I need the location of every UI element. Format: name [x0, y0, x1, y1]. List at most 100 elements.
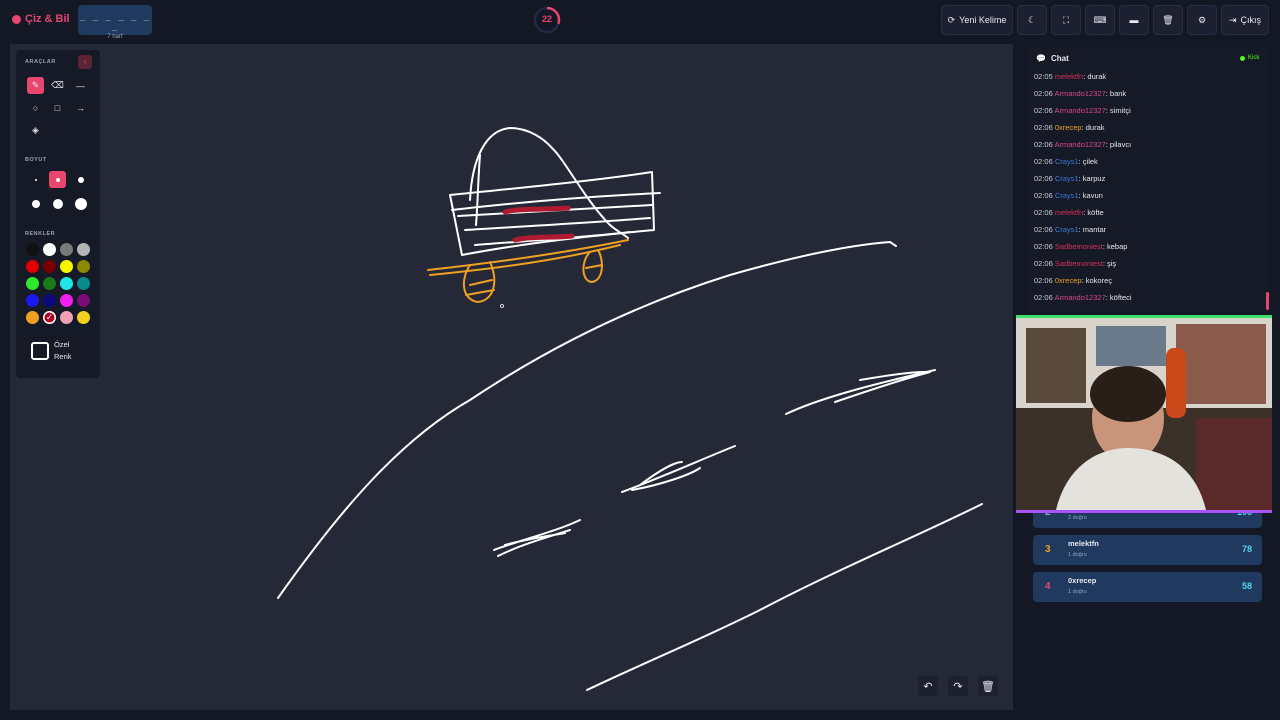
color-swatch[interactable]	[60, 277, 73, 290]
gear-icon: ⚙	[1197, 14, 1207, 25]
word-length: 7 harf	[107, 34, 123, 40]
color-swatch[interactable]	[60, 260, 73, 273]
size-dot	[34, 178, 37, 181]
drawing-canvas[interactable]	[10, 44, 1013, 710]
message-user: melektfn	[1054, 72, 1084, 81]
message-user: Sadbemoniest	[1054, 242, 1103, 251]
color-swatch[interactable]	[26, 294, 39, 307]
message-text: : pilavcı	[1105, 140, 1132, 149]
message-user: Armando12327	[1054, 293, 1106, 302]
webcam-overlay	[1016, 315, 1272, 513]
rectangle-tool[interactable]: □	[49, 99, 66, 116]
live-dot-icon	[1240, 55, 1245, 61]
color-swatch[interactable]	[77, 311, 90, 324]
redo-button[interactable]: ↷	[948, 676, 968, 696]
undo-button[interactable]: ↶	[918, 676, 938, 696]
fullscreen-icon: ⛶	[1062, 14, 1070, 25]
chat-bubble-icon: 💬	[1036, 54, 1046, 63]
stroke	[502, 205, 571, 215]
message-time: 02:06	[1034, 191, 1053, 200]
size-option-5[interactable]	[49, 195, 66, 212]
arrow-right-icon: →	[76, 102, 85, 113]
clear-canvas-button[interactable]: 🗑	[978, 676, 998, 696]
size-option-1[interactable]	[27, 171, 44, 188]
message-user: melektfn	[1054, 208, 1084, 217]
leaderboard-row: 4 0xrecep 1 doğru 58	[1033, 572, 1262, 602]
paint-bucket-icon: ◈	[32, 125, 39, 135]
chat-scrollbar[interactable]	[1266, 292, 1269, 310]
message-text: : kebap	[1102, 242, 1128, 251]
stroke	[582, 249, 603, 284]
message-text: : kavun	[1078, 191, 1103, 200]
size-dot	[74, 197, 87, 210]
collapse-panel-button[interactable]: ‹	[78, 55, 92, 69]
settings-button[interactable]: ⚙	[1187, 5, 1217, 35]
stroke	[449, 171, 655, 256]
keyboard-icon: ⌨	[1093, 14, 1107, 25]
size-option-2[interactable]	[49, 171, 66, 188]
logout-icon: ⇥	[1228, 14, 1237, 25]
message-text: : bank	[1105, 89, 1127, 98]
chat-header: 💬 Chat	[1036, 54, 1069, 63]
color-swatch[interactable]	[43, 277, 56, 290]
refresh-icon: ⟳	[947, 14, 956, 25]
rank: 4	[1045, 581, 1051, 592]
exit-button[interactable]: ⇥ Çıkış	[1221, 5, 1269, 35]
color-swatch[interactable]	[43, 260, 56, 273]
message-user: Armando12327	[1054, 140, 1106, 149]
message-time: 02:06	[1034, 276, 1053, 285]
chat-title: Chat	[1050, 54, 1069, 63]
line-tool[interactable]: —	[72, 77, 89, 94]
color-swatch[interactable]	[77, 277, 90, 290]
color-swatch[interactable]	[43, 294, 56, 307]
clear-button[interactable]: 🗑	[1153, 5, 1183, 35]
size-option-3[interactable]	[72, 171, 89, 188]
color-swatch[interactable]	[26, 311, 39, 324]
size-option-6[interactable]	[72, 195, 89, 212]
color-swatch[interactable]	[26, 260, 39, 273]
word-hint: _ _ _ _ _ _ _	[79, 12, 151, 32]
pencil-tool[interactable]: ✎	[27, 77, 44, 94]
undo-icon: ↶	[923, 680, 933, 693]
color-swatch[interactable]	[77, 294, 90, 307]
new-word-button[interactable]: ⟳ Yeni Kelime	[941, 5, 1013, 35]
color-swatch[interactable]: ✓	[43, 311, 56, 324]
app-name: Çiz & Bil	[25, 13, 70, 25]
chat-message: 02:06 0xrecep: kokoreç	[1034, 276, 1112, 285]
stroke	[785, 369, 936, 415]
archive-button[interactable]: ▬	[1119, 5, 1149, 35]
palette-icon	[12, 14, 21, 24]
color-swatch[interactable]	[43, 243, 56, 256]
circle-tool[interactable]: ○	[27, 99, 44, 116]
arrow-tool[interactable]: →	[72, 99, 89, 116]
player-name: 0xrecep	[1068, 576, 1097, 585]
exit-label: Çıkış	[1240, 15, 1262, 25]
score: 58	[1241, 581, 1252, 591]
color-swatch[interactable]	[60, 311, 73, 324]
chat-message: 02:06 0xrecep: durak	[1034, 123, 1105, 132]
color-swatch[interactable]	[77, 260, 90, 273]
correct-count: 1 doğru	[1068, 589, 1087, 595]
line-icon: —	[76, 80, 85, 91]
color-swatch[interactable]	[77, 243, 90, 256]
stroke	[464, 217, 651, 231]
size-dot	[31, 199, 40, 208]
message-text: : durak	[1081, 123, 1105, 132]
keyboard-button[interactable]: ⌨	[1085, 5, 1115, 35]
chat-message: 02:06 Armando12327: simitçi	[1034, 106, 1131, 115]
theme-toggle-button[interactable]: ☾	[1017, 5, 1047, 35]
color-swatch[interactable]	[26, 277, 39, 290]
custom-color-button[interactable]	[31, 342, 49, 360]
countdown-timer: 22	[533, 6, 561, 34]
size-option-4[interactable]	[27, 195, 44, 212]
color-swatch[interactable]	[26, 243, 39, 256]
size-title: BOYUT	[25, 157, 47, 163]
message-text: : karpuz	[1078, 174, 1106, 183]
chat-message: 02:06 Armando12327: köfteci	[1034, 293, 1132, 302]
fill-tool[interactable]: ◈	[27, 122, 44, 139]
rank: 3	[1045, 544, 1051, 555]
fullscreen-button[interactable]: ⛶	[1051, 5, 1081, 35]
color-swatch[interactable]	[60, 243, 73, 256]
color-swatch[interactable]	[60, 294, 73, 307]
eraser-tool[interactable]: ⌫	[49, 77, 66, 94]
